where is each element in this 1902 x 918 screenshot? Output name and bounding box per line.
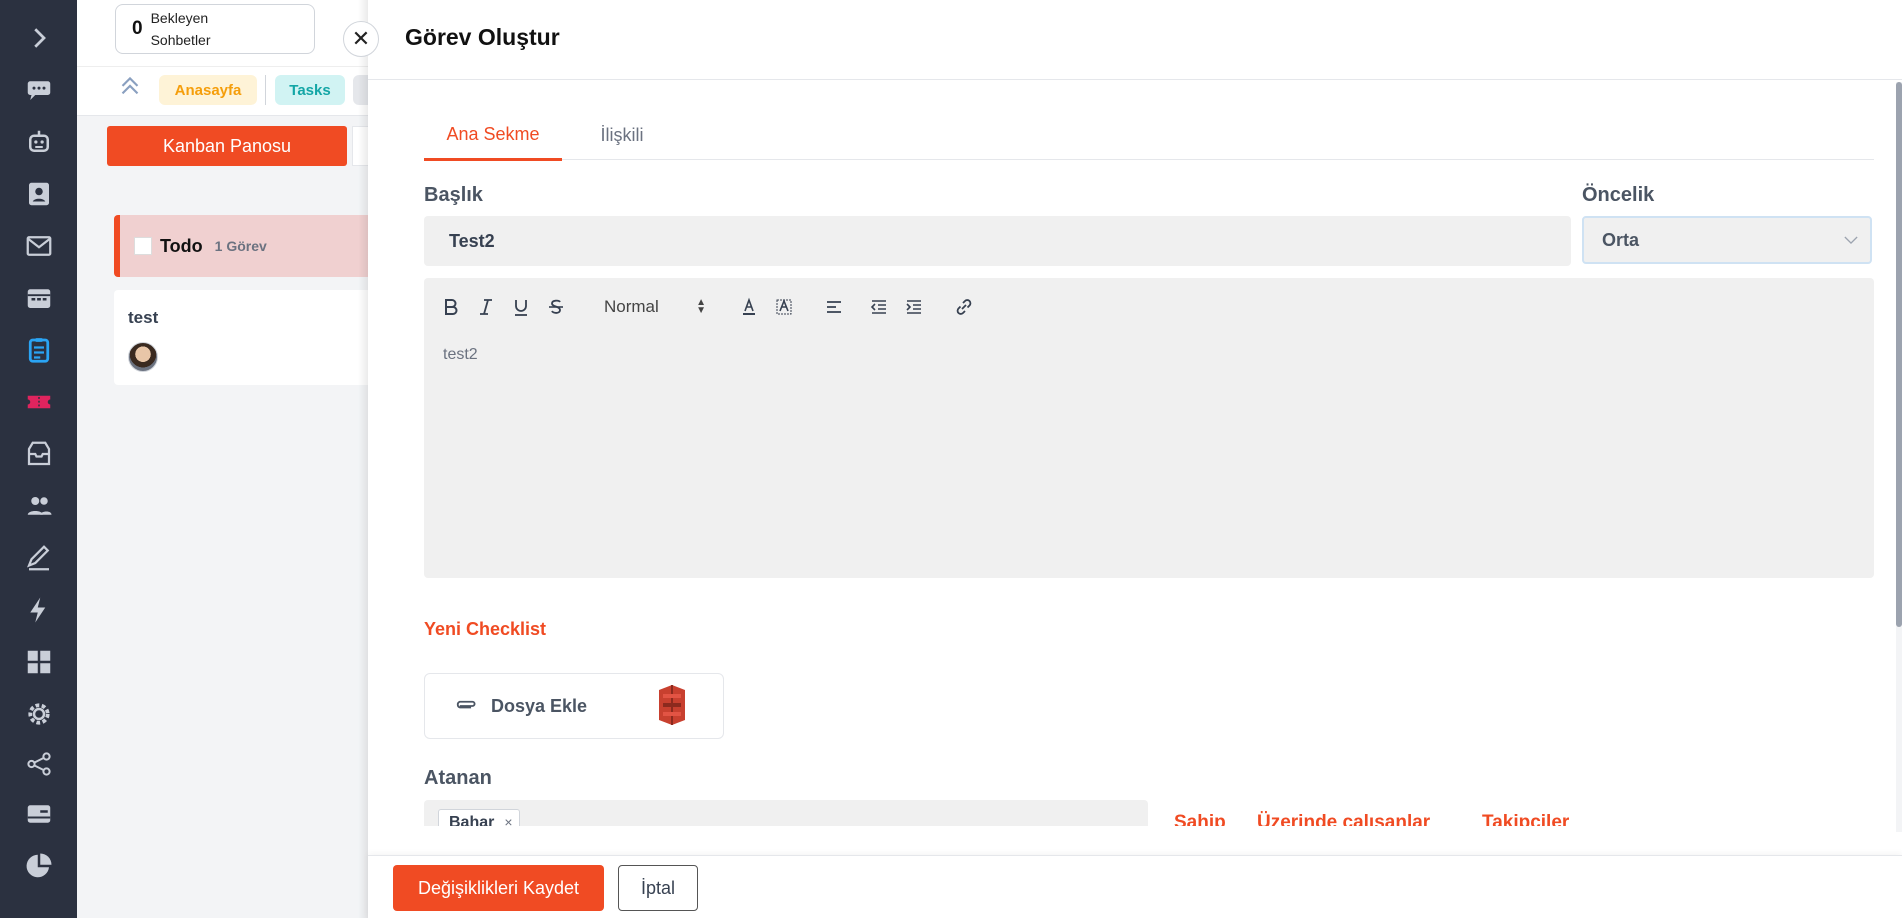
- contact-card-icon[interactable]: [0, 174, 77, 214]
- save-button[interactable]: Değişiklikleri Kaydet: [393, 865, 604, 911]
- settings-icon[interactable]: [0, 694, 77, 734]
- align-left-icon[interactable]: [819, 292, 849, 322]
- description-editor[interactable]: Normal ▲ ▼ test2: [424, 278, 1874, 578]
- column-checkbox[interactable]: [134, 237, 152, 255]
- tab-related[interactable]: İlişkili: [562, 110, 682, 160]
- inbox-icon[interactable]: [0, 434, 77, 474]
- chat-icon[interactable]: [0, 70, 77, 110]
- pending-chats-widget[interactable]: 0 Bekleyen Sohbetler: [115, 4, 315, 54]
- drawer-shadow: [358, 0, 368, 918]
- chevron-right-icon[interactable]: [0, 18, 77, 58]
- new-checklist-link[interactable]: Yeni Checklist: [424, 619, 546, 640]
- dashboard-icon[interactable]: [0, 642, 77, 682]
- indent-icon[interactable]: [899, 292, 929, 322]
- chevron-down-icon: [1844, 232, 1858, 248]
- drawer-title: Görev Oluştur: [405, 24, 560, 50]
- ticket-icon[interactable]: [0, 382, 77, 422]
- kanban-board-button[interactable]: Kanban Panosu: [107, 126, 347, 166]
- priority-select[interactable]: Orta: [1582, 216, 1872, 264]
- assignee-select[interactable]: Bahar ×: [424, 800, 1148, 826]
- drawer-footer: Değişiklikleri Kaydet İptal: [368, 855, 1902, 918]
- pending-chats-count: 0: [132, 18, 143, 39]
- outdent-icon[interactable]: [864, 292, 894, 322]
- italic-icon[interactable]: [471, 292, 501, 322]
- drawer-header: Görev Oluştur: [368, 0, 1902, 80]
- users-icon[interactable]: [0, 486, 77, 526]
- avatar: [128, 342, 158, 372]
- pending-chats-label: Bekleyen Sohbetler: [150, 10, 211, 48]
- priority-label: Öncelik: [1582, 184, 1655, 206]
- column-task-count: 1 Görev: [214, 238, 267, 254]
- underline-icon[interactable]: [506, 292, 536, 322]
- tab-main[interactable]: Ana Sekme: [424, 110, 562, 161]
- share-icon[interactable]: [0, 744, 77, 784]
- editor-content[interactable]: test2: [443, 346, 478, 364]
- close-icon[interactable]: ✕: [343, 21, 379, 57]
- select-arrows-icon: ▲ ▼: [696, 297, 706, 316]
- mail-icon[interactable]: [0, 226, 77, 266]
- column-title: Todo: [160, 235, 203, 256]
- left-sidebar: [0, 0, 77, 918]
- priority-value: Orta: [1602, 229, 1640, 250]
- cancel-button[interactable]: İptal: [618, 865, 698, 911]
- text-format-select[interactable]: Normal ▲ ▼: [604, 292, 714, 322]
- create-task-drawer: Görev Oluştur Ana Sekme İlişkili Başlık …: [368, 0, 1902, 918]
- assignee-label: Atanan: [424, 767, 492, 789]
- attach-file-button[interactable]: Dosya Ekle: [424, 673, 724, 739]
- bold-icon[interactable]: [436, 292, 466, 322]
- role-working-link[interactable]: Üzerinde çalışanlar: [1257, 808, 1430, 826]
- role-owner-link[interactable]: Sahip: [1174, 808, 1226, 826]
- edit-icon[interactable]: [0, 538, 77, 578]
- title-input[interactable]: Test2: [424, 216, 1571, 266]
- assignee-name: Bahar: [449, 814, 495, 826]
- lightning-icon[interactable]: [0, 590, 77, 630]
- tasks-icon[interactable]: [0, 330, 77, 370]
- text-color-icon[interactable]: [734, 292, 764, 322]
- pie-chart-icon[interactable]: [0, 846, 77, 886]
- tab-tasks[interactable]: Tasks: [275, 75, 345, 105]
- role-followers-link[interactable]: Takipçiler: [1482, 808, 1569, 826]
- collapse-up-icon[interactable]: [117, 73, 143, 103]
- link-icon[interactable]: [949, 292, 979, 322]
- paperclip-icon: [456, 700, 476, 709]
- calendar-icon[interactable]: [0, 278, 77, 318]
- card-icon[interactable]: [0, 794, 77, 834]
- bot-icon[interactable]: [0, 122, 77, 162]
- scrollbar-thumb[interactable]: [1896, 82, 1902, 627]
- assignee-chip: Bahar ×: [438, 809, 520, 826]
- drawer-tabs: Ana Sekme İlişkili: [424, 110, 1874, 161]
- tab-divider: [265, 75, 266, 105]
- title-label: Başlık: [424, 184, 483, 206]
- strikethrough-icon[interactable]: [541, 292, 571, 322]
- attach-file-label: Dosya Ekle: [491, 695, 588, 716]
- remove-assignee-icon[interactable]: ×: [504, 814, 512, 826]
- aws-s3-icon: [659, 685, 685, 725]
- text-format-value: Normal: [604, 297, 659, 316]
- tab-anasayfa[interactable]: Anasayfa: [159, 75, 257, 105]
- background-color-icon[interactable]: [769, 292, 799, 322]
